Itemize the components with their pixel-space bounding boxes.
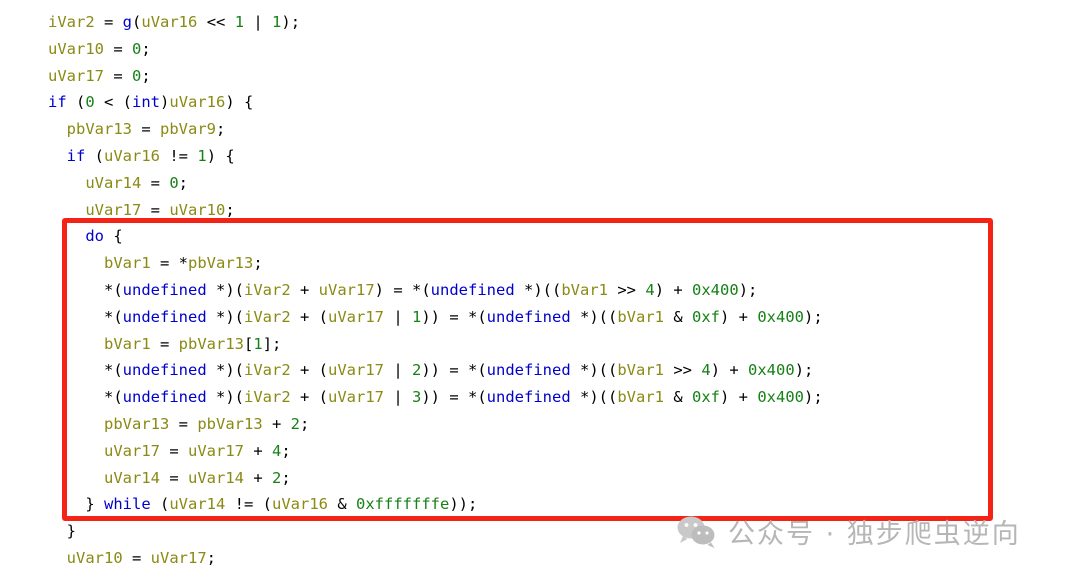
code-line[interactable]: pbVar13 = pbVar9; [0,116,1066,143]
watermark: 公众号 · 独步爬虫逆向 [676,512,1021,551]
code-line[interactable]: *(undefined *)(iVar2 + uVar17) = *(undef… [0,277,1066,304]
code-line[interactable]: uVar14 = 0; [0,170,1066,197]
code-line[interactable]: if (uVar16 != 1) { [0,143,1066,170]
code-line[interactable]: _ _ [0,0,1066,9]
code-line[interactable]: pbVar13 = pbVar13 + 2; [0,411,1066,438]
wechat-icon [676,515,718,549]
code-line[interactable]: uVar14 = uVar14 + 2; [0,465,1066,492]
code-line[interactable]: iVar2 = g(uVar16 << 1 | 1); [0,9,1066,36]
code-line[interactable]: do { [0,223,1066,250]
code-screenshot: _ _iVar2 = g(uVar16 << 1 | 1);uVar10 = 0… [0,0,1066,577]
code-line[interactable]: *(undefined *)(iVar2 + (uVar17 | 3)) = *… [0,384,1066,411]
code-line[interactable]: uVar10 = 0; [0,36,1066,63]
code-line[interactable]: bVar1 = pbVar13[1]; [0,331,1066,358]
code-line[interactable]: *(undefined *)(iVar2 + (uVar17 | 2)) = *… [0,357,1066,384]
code-line[interactable]: if (0 < (int)uVar16) { [0,89,1066,116]
code-line[interactable]: *(undefined *)(iVar2 + (uVar17 | 1)) = *… [0,304,1066,331]
code-line[interactable]: uVar17 = uVar17 + 4; [0,438,1066,465]
watermark-text: 公众号 · 独步爬虫逆向 [728,519,1021,550]
code-line[interactable]: uVar17 = uVar10; [0,197,1066,224]
code-line[interactable]: uVar17 = 0; [0,63,1066,90]
decompiled-code-listing[interactable]: _ _iVar2 = g(uVar16 << 1 | 1);uVar10 = 0… [0,0,1066,572]
code-line[interactable]: bVar1 = *pbVar13; [0,250,1066,277]
